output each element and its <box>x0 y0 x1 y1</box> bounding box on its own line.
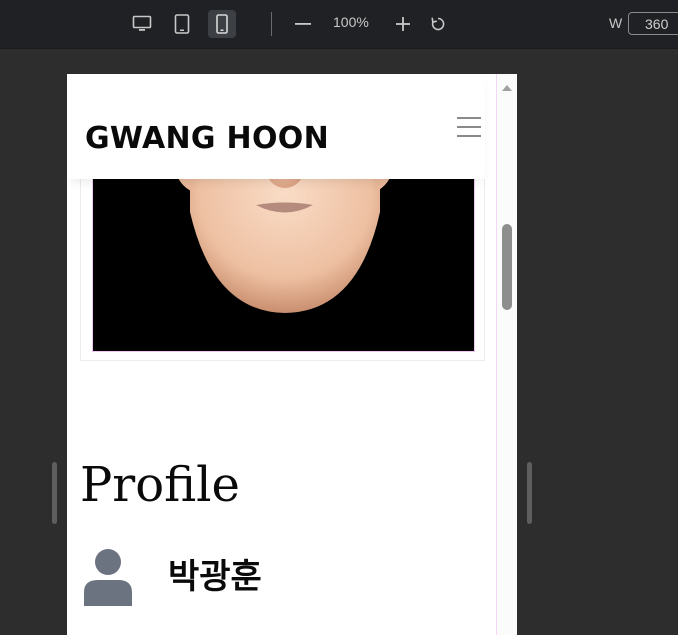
plus-icon <box>396 17 410 31</box>
right-resize-handle[interactable] <box>527 462 532 524</box>
zoom-level: 100% <box>333 14 369 30</box>
reset-icon <box>431 17 445 31</box>
site-title[interactable]: GWANG HOON <box>85 121 329 157</box>
toolbar-divider <box>271 12 272 36</box>
minus-icon <box>295 23 311 25</box>
left-resize-handle[interactable] <box>52 462 57 524</box>
user-icon <box>84 549 132 606</box>
tablet-view-button[interactable] <box>168 10 196 38</box>
site-header: GWANG HOON <box>67 74 485 179</box>
hamburger-menu-button[interactable] <box>457 117 481 137</box>
desktop-view-button[interactable] <box>128 10 156 38</box>
mobile-view-button[interactable] <box>208 10 236 38</box>
profile-name: 박광훈 <box>168 557 262 597</box>
width-label: W <box>609 15 623 31</box>
hamburger-menu-icon <box>457 117 481 119</box>
mobile-preview-frame: GWANG HOON Profile 박광훈 <box>67 74 517 635</box>
zoom-in-button[interactable] <box>389 10 417 38</box>
tablet-icon <box>174 14 190 34</box>
width-input[interactable]: 360 <box>628 12 678 35</box>
scrollbar-track[interactable] <box>497 74 517 635</box>
reset-zoom-button[interactable] <box>424 10 452 38</box>
mobile-icon <box>216 14 228 34</box>
scroll-up-arrow-icon[interactable] <box>502 85 512 91</box>
desktop-icon <box>132 15 152 31</box>
scrollbar-thumb[interactable] <box>502 224 512 310</box>
zoom-out-button[interactable] <box>289 10 317 38</box>
responsive-toolbar: 100% W 360 <box>0 0 678 49</box>
profile-heading: Profile <box>80 457 240 513</box>
